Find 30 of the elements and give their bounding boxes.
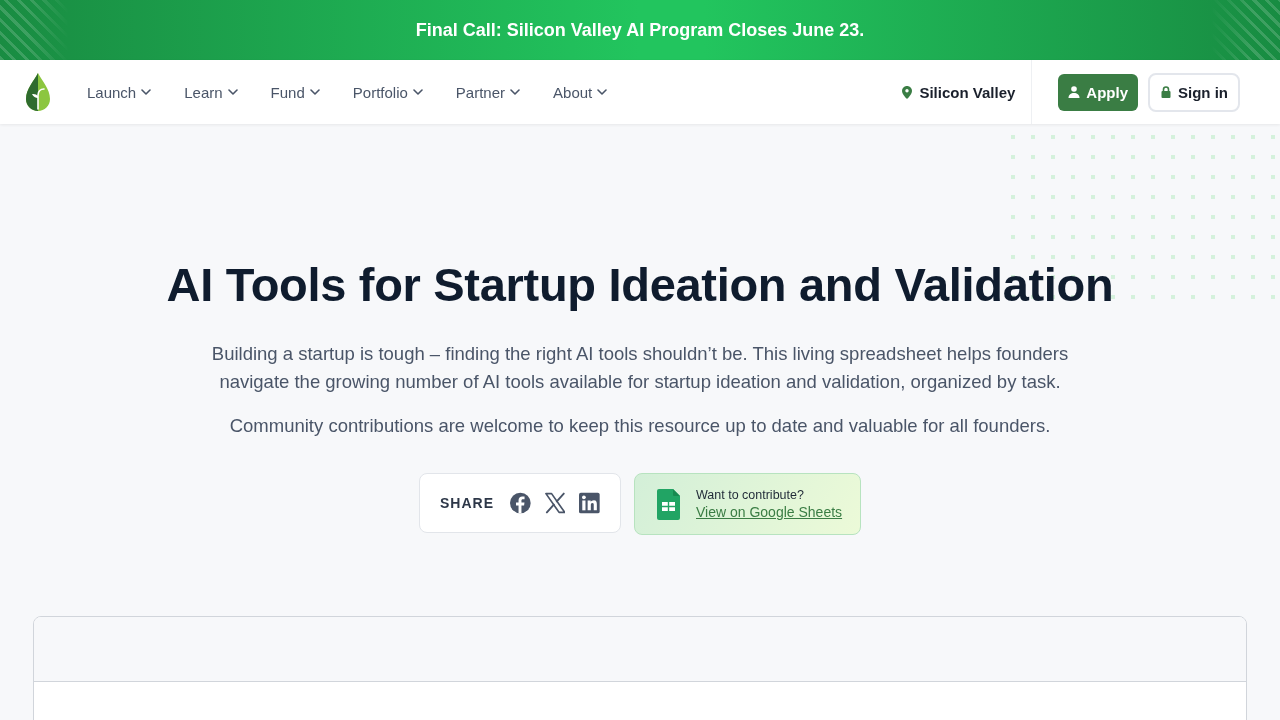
- lock-icon: [1160, 86, 1172, 98]
- google-sheets-link[interactable]: View on Google Sheets: [696, 504, 843, 520]
- chevron-down-icon: [141, 89, 152, 95]
- spreadsheet-icon: [657, 488, 680, 520]
- nav-menu-item[interactable]: Launch: [87, 83, 152, 101]
- share-label: SHARE: [440, 495, 494, 511]
- chevron-down-icon: [510, 89, 521, 95]
- chevron-down-icon: [597, 89, 608, 95]
- apply-button[interactable]: Apply: [1058, 73, 1138, 111]
- chevron-down-icon: [309, 89, 320, 95]
- location-pin-icon: [902, 85, 913, 99]
- nav-menu-item[interactable]: Fund: [270, 83, 320, 101]
- nav-menu-item[interactable]: Portfolio: [352, 83, 423, 101]
- page-title: AI Tools for Startup Ideation and Validation: [166, 260, 1114, 310]
- location-label: Silicon Valley: [919, 83, 1016, 101]
- chevron-down-icon: [412, 89, 423, 95]
- intro-paragraph: Community contributions are welcome to keep this resource up to date and valuable for all founders.: [229, 414, 1051, 438]
- nav-menu-item[interactable]: Learn: [184, 83, 238, 101]
- leaf-logo[interactable]: [26, 73, 50, 111]
- facebook-icon[interactable]: [510, 492, 531, 514]
- linkedin-icon[interactable]: [579, 492, 600, 514]
- announcement-text: Final Call: Silicon Valley AI Program Closes June 23.: [415, 19, 865, 41]
- chevron-down-icon: [227, 89, 238, 95]
- intro-paragraph: Building a startup is tough – finding the right AI tools shouldn’t be. This living spreadsheet helps founders navigate the growing number of AI tools available for startup ideation and validation, organized by task.: [210, 342, 1070, 394]
- contribute-prompt: Want to contribute?: [696, 488, 805, 502]
- nav-menu-item[interactable]: About: [553, 83, 608, 101]
- person-icon: [1068, 86, 1081, 98]
- sign-in-button[interactable]: Sign in: [1148, 72, 1240, 112]
- x-logo-icon[interactable]: [544, 492, 566, 514]
- nav-menu-item[interactable]: Partner: [455, 83, 521, 101]
